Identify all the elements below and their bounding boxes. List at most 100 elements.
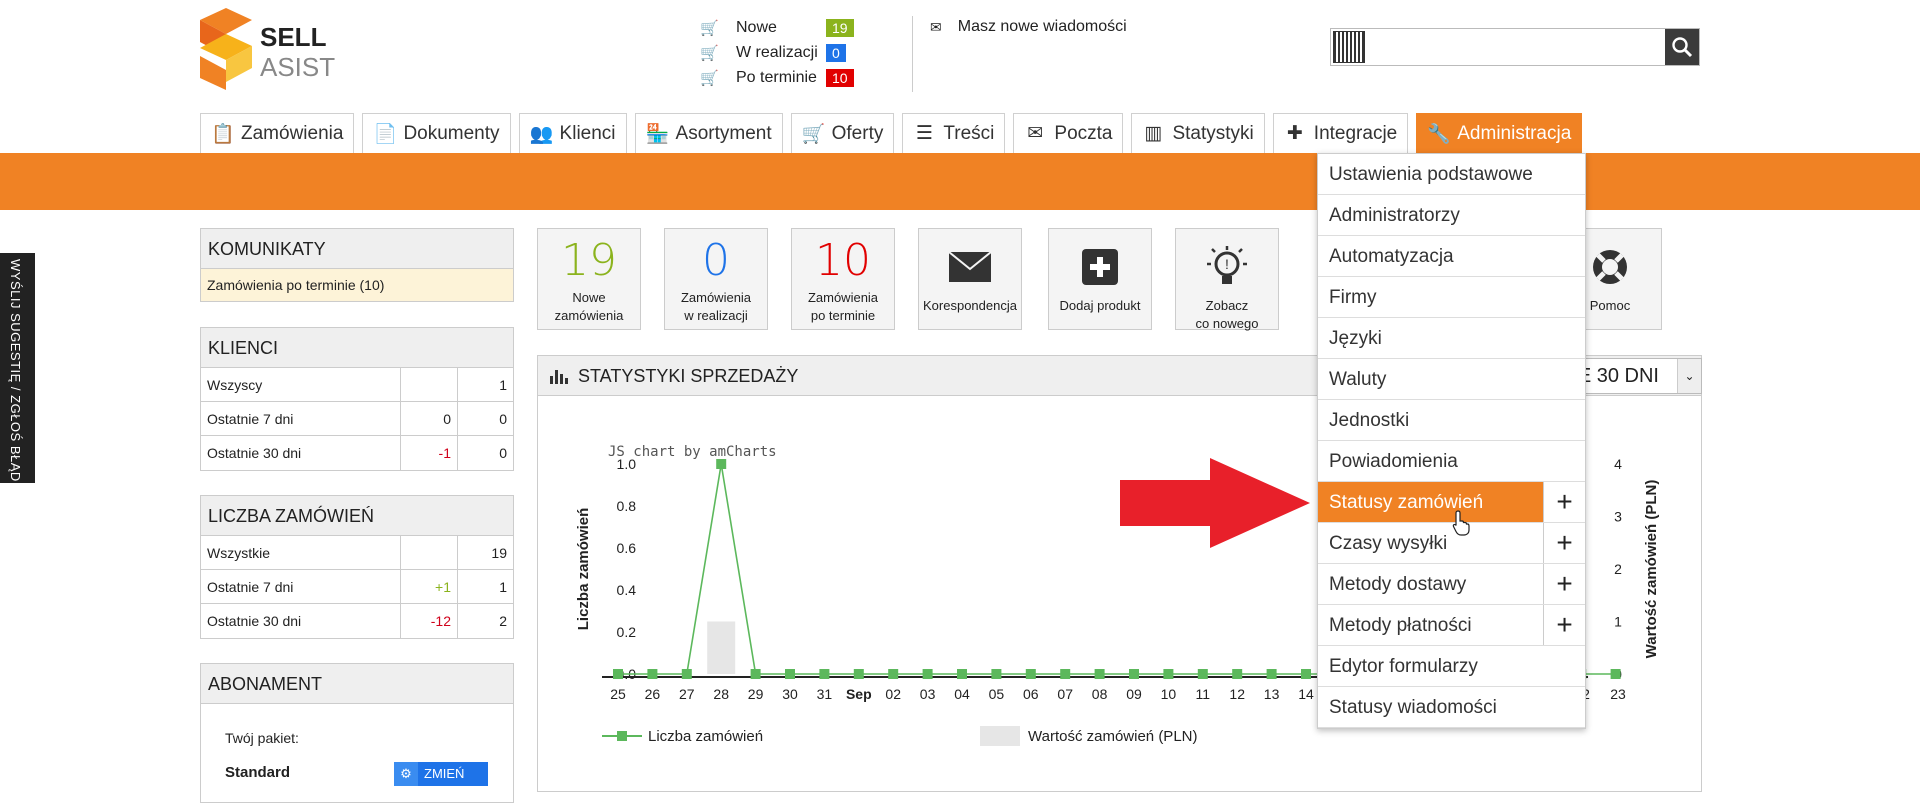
orders-point[interactable] (1301, 669, 1311, 679)
change-plan-button[interactable]: ⚙ ZMIEŃ (394, 762, 488, 786)
nav-tab-label: Dokumenty (403, 122, 500, 144)
nav-tab-zamówienia[interactable]: 📋 Zamówienia (200, 113, 355, 153)
x-tick-label: 02 (885, 686, 901, 702)
orders-point[interactable] (1610, 669, 1621, 679)
header-stat[interactable]: 🛒 Nowe 19 (700, 17, 854, 39)
komunikaty-item[interactable]: Zamówienia po terminie (10) (201, 269, 513, 301)
nav-tab-label: Integracje (1313, 122, 1398, 144)
x-tick-label: 14 (1298, 686, 1314, 702)
clipboard-icon: 📋 (211, 123, 235, 145)
legend-line-marker (617, 731, 627, 741)
nav-tab-poczta[interactable]: ✉ Poczta (1013, 113, 1124, 153)
row-label: Ostatnie 30 dni (201, 436, 401, 470)
orders-point[interactable] (785, 669, 795, 679)
row-delta: -1 (401, 436, 458, 470)
change-plan-label: ZMIEŃ (424, 766, 465, 781)
orders-point[interactable] (1163, 669, 1174, 679)
orders-point[interactable] (819, 669, 830, 679)
nav-tab-integracje[interactable]: ✚ Integracje (1272, 113, 1409, 153)
plus-square-icon (1049, 237, 1151, 297)
period-value: E 30 DNI (1577, 365, 1659, 387)
orders-point[interactable] (853, 669, 864, 679)
admin-menu-item[interactable]: Języki (1318, 318, 1585, 359)
row-value: 2 (499, 613, 507, 629)
header-stat[interactable]: 🛒 Po terminie 10 (700, 67, 854, 89)
x-tick-label: 13 (1264, 686, 1280, 702)
admin-menu-item[interactable]: Automatyzacja (1318, 236, 1585, 277)
liczba-zamowien-title: LICZBA ZAMÓWIEŃ (201, 496, 513, 536)
nav-tab-asortyment[interactable]: 🏪 Asortyment (634, 113, 783, 153)
nav-tab-statystyki[interactable]: ▥ Statystyki (1131, 113, 1265, 153)
add-icon[interactable]: + (1543, 523, 1585, 563)
orders-point[interactable] (922, 669, 933, 679)
main-nav: 📋 Zamówienia 📄 Dokumenty 👥 Klienci 🏪 Asortyment… (200, 113, 1590, 153)
search-button[interactable] (1665, 29, 1699, 65)
dashboard-tile[interactable]: Korespondencja (918, 228, 1022, 330)
messages-notice[interactable]: ✉ Masz nowe wiadomości (930, 18, 1127, 36)
feedback-tab[interactable]: WYŚLIJ SUGESTIĘ / ZGŁOŚ BŁĄD (0, 253, 35, 483)
admin-menu-item[interactable]: Administratorzy (1318, 195, 1585, 236)
admin-menu-item[interactable]: Metody płatności + (1318, 605, 1585, 646)
wrench-icon: 🔧 (1427, 123, 1451, 145)
nav-tab-administracja[interactable]: 🔧 Administracja (1416, 113, 1583, 153)
x-tick-label: 07 (1057, 686, 1073, 702)
orders-point[interactable] (991, 669, 1002, 679)
y-right-tick-label: 4 (1614, 456, 1622, 472)
search-input[interactable] (1369, 31, 1659, 63)
orders-point[interactable] (613, 669, 623, 679)
nav-tab-klienci[interactable]: 👥 Klienci (518, 113, 627, 153)
orders-point[interactable] (957, 669, 967, 679)
x-tick-label: Sep (846, 686, 872, 702)
admin-menu-item[interactable]: Edytor formularzy (1318, 646, 1585, 687)
row-value: 19 (491, 545, 507, 561)
admin-menu-item[interactable]: Powiadomienia (1318, 441, 1585, 482)
admin-menu-item[interactable]: Ustawienia podstawowe (1318, 154, 1585, 195)
orders-point[interactable] (716, 459, 727, 469)
header-stat[interactable]: 🛒 W realizacji 0 (700, 42, 846, 64)
tile-count: 10 (815, 235, 871, 286)
dashboard-tile[interactable]: Dodaj produkt (1048, 228, 1152, 330)
admin-menu-label: Edytor formularzy (1329, 656, 1478, 677)
nav-tab-label: Administracja (1457, 122, 1572, 144)
admin-menu-item[interactable]: Jednostki (1318, 400, 1585, 441)
row-value: 1 (499, 579, 507, 595)
barcode-icon[interactable] (1333, 31, 1365, 63)
orders-point[interactable] (1197, 669, 1208, 679)
legend-value[interactable]: Wartość zamówień (PLN) (1028, 728, 1197, 745)
orders-point[interactable] (1060, 669, 1071, 679)
nav-tab-oferty[interactable]: 🛒 Oferty (790, 113, 895, 153)
orders-point[interactable] (750, 669, 761, 679)
orders-point[interactable] (888, 669, 899, 679)
header-stat-count: 10 (826, 69, 854, 87)
orders-point[interactable] (1266, 669, 1277, 679)
orders-point[interactable] (1129, 669, 1139, 679)
y-tick-label: 0.6 (617, 540, 637, 556)
orders-point[interactable] (647, 669, 658, 679)
header-stat-label: Po terminie (736, 69, 817, 86)
x-tick-label: 09 (1126, 686, 1142, 702)
add-icon[interactable]: + (1543, 564, 1585, 604)
orders-point[interactable] (681, 669, 692, 679)
tile-label: Korespondencja (923, 298, 1017, 313)
x-tick-label: 08 (1092, 686, 1108, 702)
nav-tab-treści[interactable]: ☰ Treści (902, 113, 1006, 153)
dashboard-tile[interactable]: ! Zobacz co nowego (1175, 228, 1279, 331)
admin-menu-item[interactable]: Firmy (1318, 277, 1585, 318)
x-tick-label: 28 (713, 686, 729, 702)
orders-point[interactable] (1025, 669, 1036, 679)
logo[interactable]: SELL ASIST (200, 8, 340, 90)
add-icon[interactable]: + (1543, 482, 1585, 522)
nav-tab-dokumenty[interactable]: 📄 Dokumenty (362, 113, 511, 153)
admin-menu-item[interactable]: Metody dostawy + (1318, 564, 1585, 605)
orders-point[interactable] (1094, 669, 1105, 679)
legend-orders[interactable]: Liczba zamówień (648, 728, 763, 745)
admin-menu-item[interactable]: Statusy wiadomości (1318, 687, 1585, 728)
pakiet-name: Standard (225, 764, 291, 781)
add-icon[interactable]: + (1543, 605, 1585, 645)
admin-menu-item[interactable]: Waluty (1318, 359, 1585, 400)
dashboard-tile[interactable]: 0 Zamówienia w realizacji (664, 228, 768, 330)
dashboard-tile[interactable]: 19 Nowe zamówienia (537, 228, 641, 330)
dashboard-tile[interactable]: 10 Zamówienia po terminie (791, 228, 895, 330)
orders-point[interactable] (1232, 669, 1243, 679)
admin-menu-label: Automatyzacja (1329, 246, 1454, 267)
